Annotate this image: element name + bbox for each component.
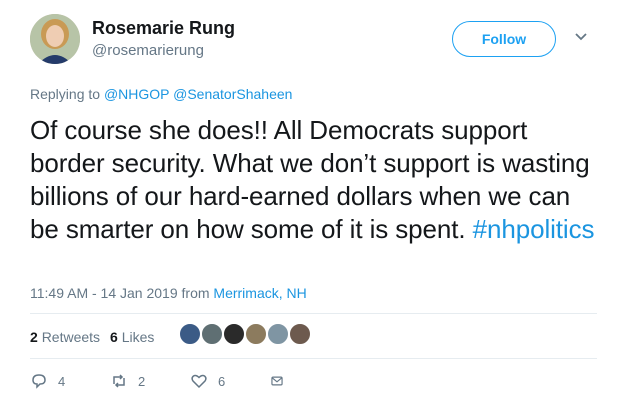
timestamp[interactable]: 11:49 AM - 14 Jan 2019 (30, 285, 178, 301)
reply-count: 4 (58, 373, 66, 389)
like-button[interactable]: 6 (190, 372, 270, 390)
location-prefix: from (181, 285, 210, 301)
liker-avatar-2[interactable] (200, 322, 224, 346)
likes-stat[interactable]: 6 Likes (110, 329, 154, 345)
liker-avatars (178, 322, 312, 346)
mention-link-shaheen[interactable]: @SenatorShaheen (173, 86, 292, 102)
likes-count: 6 (110, 329, 118, 345)
retweets-label: Retweets (41, 329, 101, 345)
reply-button[interactable]: 4 (30, 372, 110, 390)
direct-message-button[interactable] (270, 372, 294, 390)
likes-label: Likes (121, 329, 155, 345)
liker-avatar-6[interactable] (288, 322, 312, 346)
retweet-button[interactable]: 2 (110, 372, 190, 390)
author-handle[interactable]: @rosemarierung (92, 42, 204, 59)
heart-icon (191, 374, 207, 389)
divider (30, 313, 597, 314)
location-link[interactable]: Merrimack, NH (213, 285, 306, 301)
liker-avatar-5[interactable] (266, 322, 290, 346)
hashtag-link[interactable]: #nhpolitics (473, 214, 595, 244)
tweet-text: Of course she does!! All Democrats suppo… (30, 114, 600, 246)
reply-icon (32, 374, 46, 389)
author-name[interactable]: Rosemarie Rung (92, 18, 235, 39)
liker-avatar-1[interactable] (178, 322, 202, 346)
mail-icon (271, 376, 283, 386)
mention-link-nhgop[interactable]: @NHGOP (104, 86, 169, 102)
tweet-actions: 4 2 6 (30, 372, 294, 390)
retweets-count: 2 (30, 329, 38, 345)
liker-avatar-4[interactable] (244, 322, 268, 346)
retweet-icon (113, 374, 125, 388)
retweets-stat[interactable]: 2 Retweets (30, 329, 100, 345)
follow-button[interactable]: Follow (452, 21, 556, 57)
liker-avatar-3[interactable] (222, 322, 246, 346)
chevron-down-icon[interactable] (574, 32, 588, 42)
replying-to-label: Replying to (30, 86, 101, 102)
divider (30, 358, 597, 359)
like-count: 6 (218, 373, 226, 389)
author-avatar[interactable] (30, 14, 80, 64)
tweet-meta: 11:49 AM - 14 Jan 2019 from Merrimack, N… (30, 285, 307, 301)
replying-to: Replying to @NHGOP @SenatorShaheen (30, 86, 292, 102)
engagement-stats: 2 Retweets 6 Likes (30, 329, 154, 345)
retweet-count: 2 (138, 373, 146, 389)
